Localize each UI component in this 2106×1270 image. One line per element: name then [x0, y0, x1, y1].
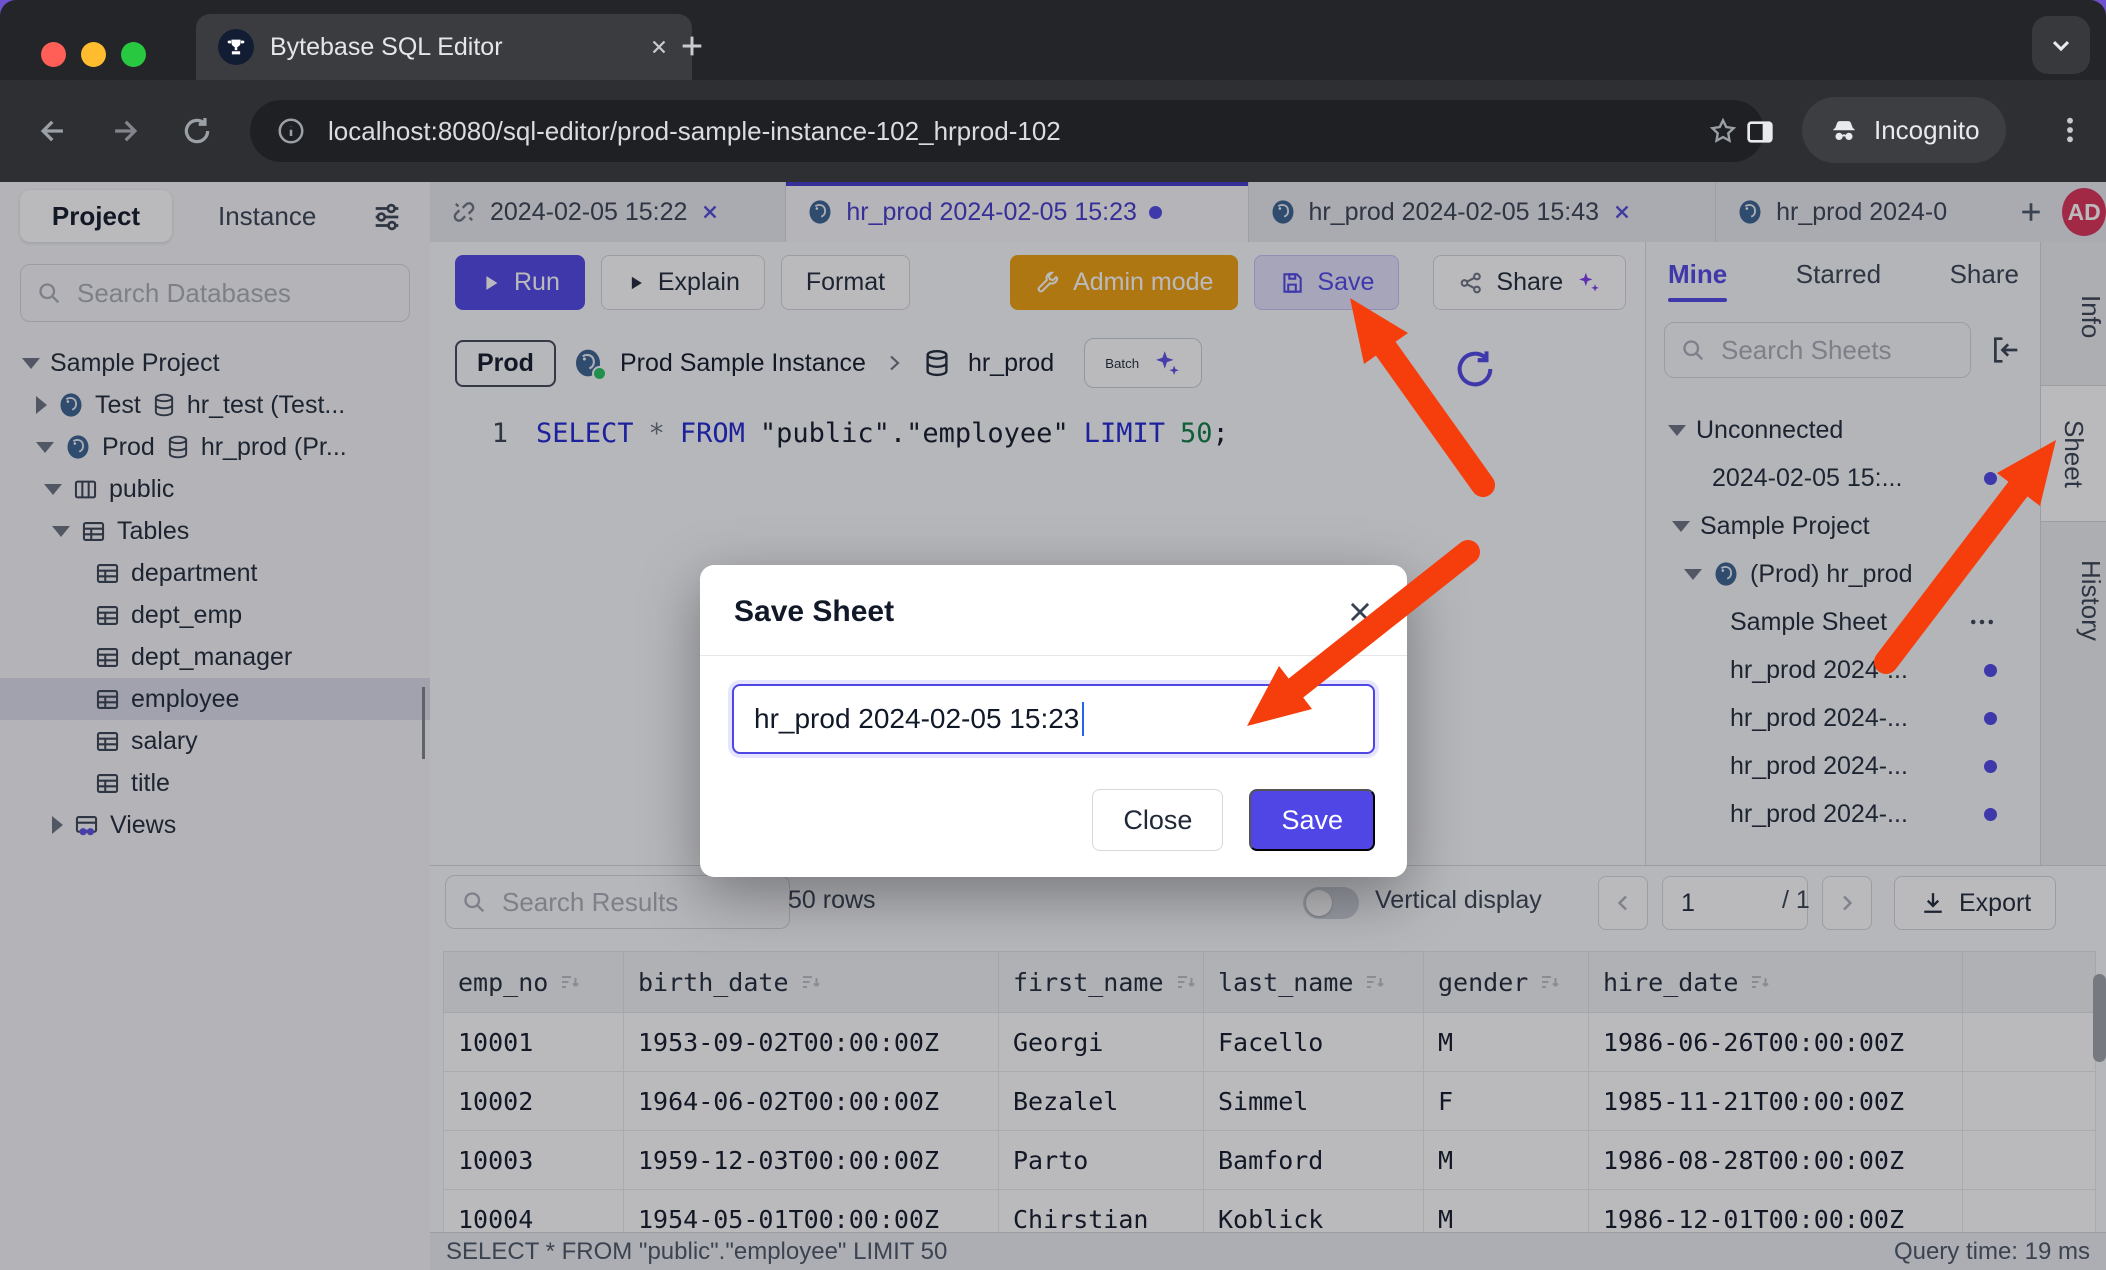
reload-icon[interactable] — [180, 114, 214, 148]
dialog-title: Save Sheet — [734, 595, 894, 628]
sheet-name-input[interactable]: hr_prod 2024-02-05 15:23 — [732, 684, 1375, 754]
screen: Bytebase SQL Editor — [0, 0, 2106, 1270]
save-sheet-dialog: Save Sheet hr_prod 2024-02-05 15:23 Clos… — [700, 565, 1407, 877]
browser-tab-close-icon[interactable] — [648, 36, 670, 58]
new-browser-tab-icon[interactable] — [676, 30, 708, 62]
browser-menu-icon[interactable] — [2054, 114, 2086, 146]
browser-url-row: localhost:8080/sql-editor/prod-sample-in… — [0, 80, 2106, 182]
url-text: localhost:8080/sql-editor/prod-sample-in… — [328, 116, 1061, 147]
tab-search-button[interactable] — [2032, 16, 2090, 74]
incognito-label: Incognito — [1874, 115, 1980, 146]
window-minimize-button[interactable] — [81, 42, 106, 67]
address-bar[interactable]: localhost:8080/sql-editor/prod-sample-in… — [250, 100, 1764, 162]
browser-tab-title: Bytebase SQL Editor — [270, 33, 632, 62]
site-info-icon[interactable] — [276, 116, 306, 146]
window-zoom-button[interactable] — [121, 42, 146, 67]
dialog-close-icon[interactable] — [1345, 597, 1375, 627]
bookmark-star-icon[interactable] — [1708, 116, 1738, 146]
incognito-badge: Incognito — [1802, 97, 2006, 163]
text-cursor — [1082, 702, 1084, 736]
browser-tab[interactable]: Bytebase SQL Editor — [196, 14, 692, 80]
forward-icon[interactable] — [108, 114, 142, 148]
bytebase-favicon-icon — [218, 29, 254, 65]
sheet-name-value: hr_prod 2024-02-05 15:23 — [754, 703, 1079, 735]
window-close-button[interactable] — [41, 42, 66, 67]
back-icon[interactable] — [36, 114, 70, 148]
browser-chrome: Bytebase SQL Editor — [0, 0, 2106, 182]
side-panel-icon[interactable] — [1744, 116, 1776, 148]
incognito-icon — [1828, 114, 1860, 146]
dialog-save-button[interactable]: Save — [1249, 789, 1375, 851]
dialog-close-button[interactable]: Close — [1092, 789, 1223, 851]
